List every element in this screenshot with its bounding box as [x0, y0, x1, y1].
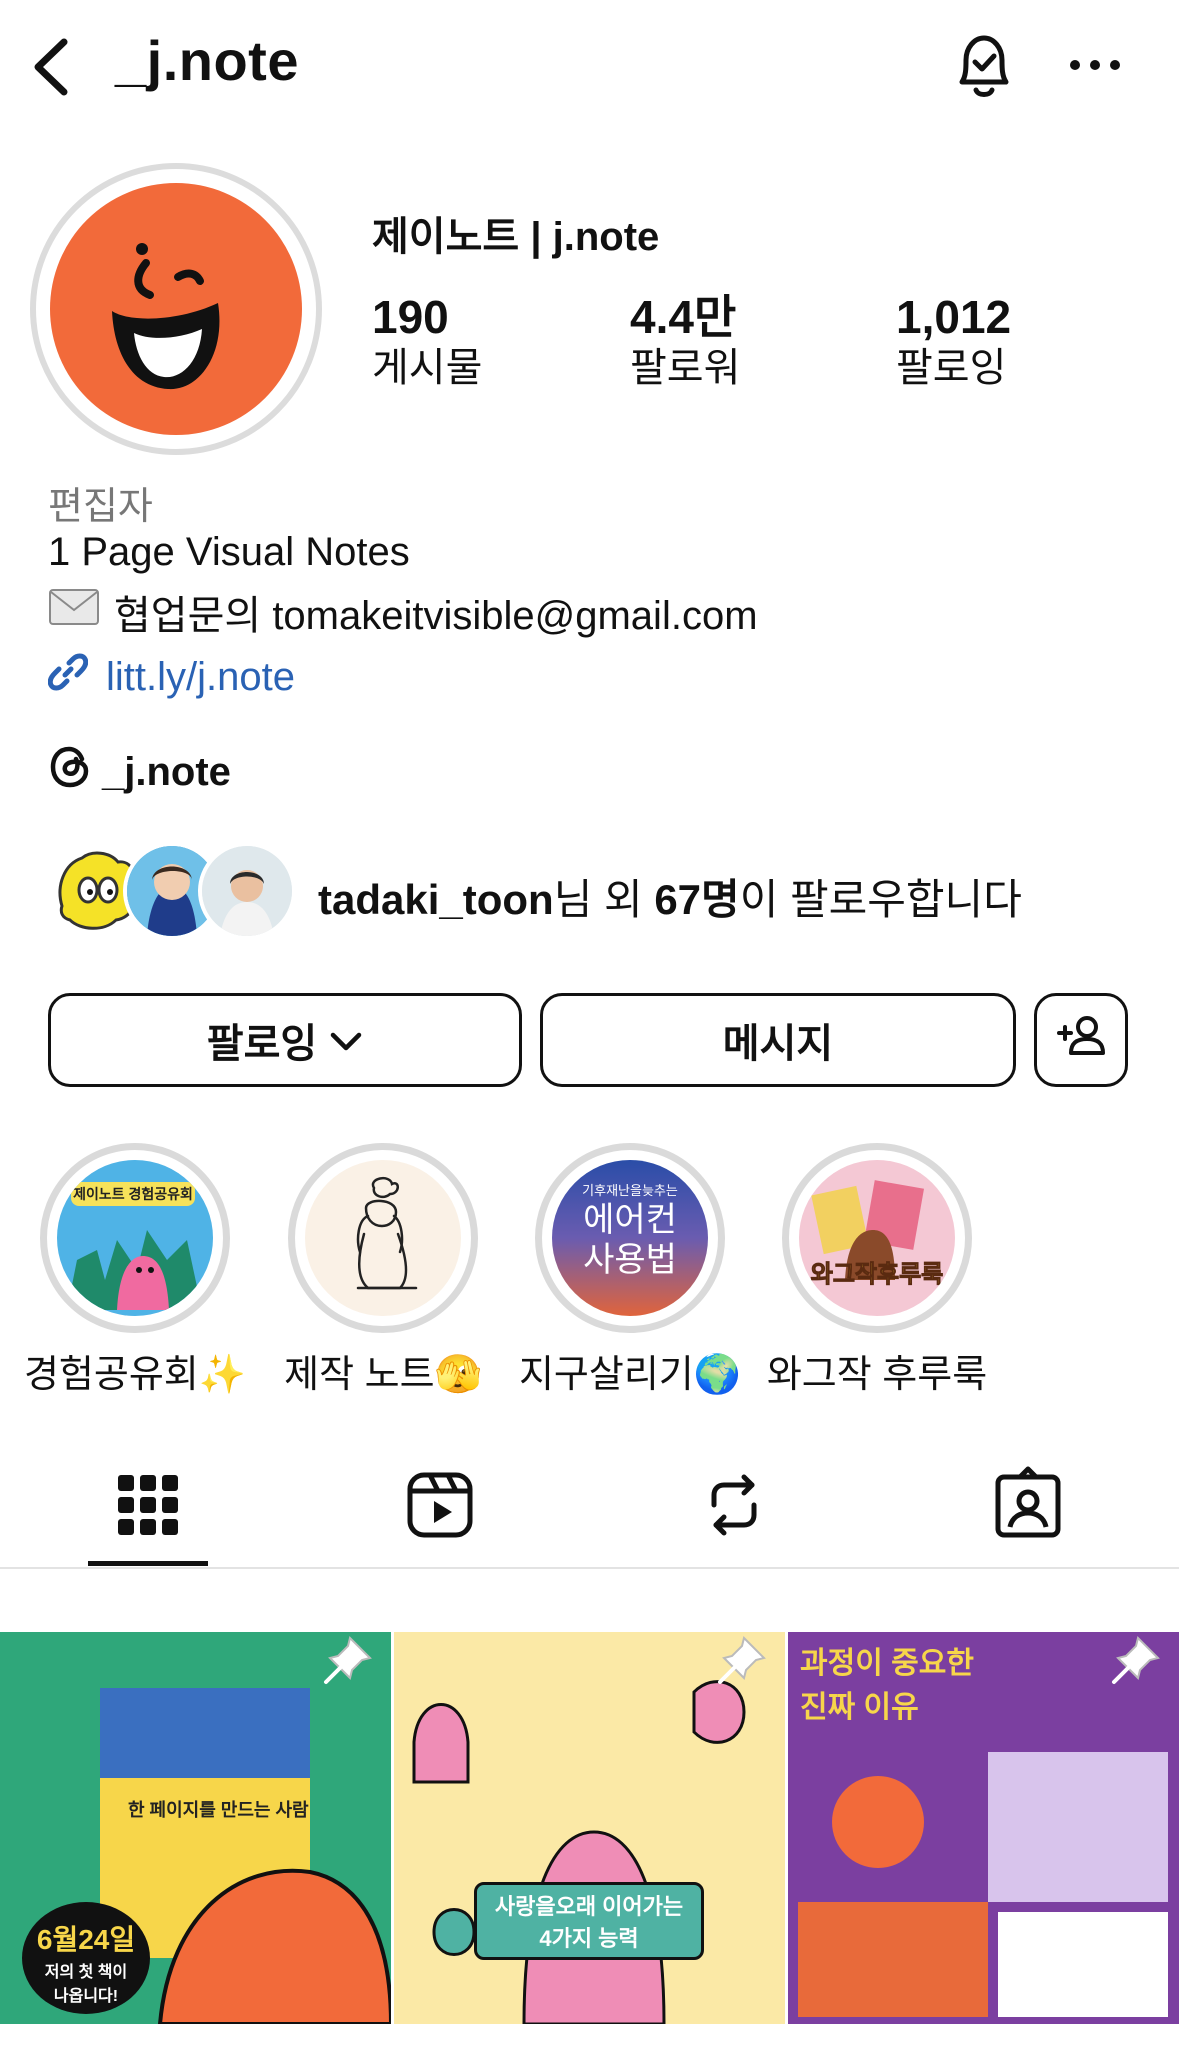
mutual-followers-avatars[interactable] — [48, 842, 298, 942]
tab-tagged[interactable] — [988, 1465, 1068, 1545]
repost-icon — [694, 1474, 774, 1549]
tab-grid[interactable] — [108, 1465, 188, 1545]
mutual-follower-name: tadaki_toon — [318, 876, 554, 923]
posts-count[interactable]: 190 게시물 — [372, 290, 482, 392]
post-thumbnail[interactable]: 한 페이지를 만드는 사람 6월24일 저의 첫 책이 나옵니다! — [0, 1632, 391, 2024]
avatar-smiley-face — [50, 183, 302, 435]
badge-date: 6월24일 — [36, 1924, 136, 1955]
username-title: _j.note — [115, 29, 299, 92]
mutual-text-part: 님 외 — [553, 876, 655, 923]
highlight-cover: 기후재난을늦추는 에어컨 사용법 — [535, 1143, 725, 1333]
chevron-down-icon — [329, 1018, 363, 1063]
highlight-cover-subtitle: 기후재난을늦추는 — [582, 1183, 678, 1198]
tab-reposts[interactable] — [694, 1465, 774, 1545]
profile-link[interactable]: litt.ly/j.note — [47, 652, 295, 702]
post-subtitle: 진짜 이유 — [800, 1691, 919, 1724]
highlight-save-earth[interactable]: 기후재난을늦추는 에어컨 사용법 지구살리기🌍 — [519, 1143, 741, 1396]
threads-badge[interactable]: _j.note — [48, 745, 231, 799]
back-icon[interactable] — [20, 32, 80, 102]
highlight-cover — [288, 1143, 478, 1333]
badge-text: 저의 첫 책이 — [44, 1964, 128, 1981]
highlight-cover-title: 사용법 — [583, 1241, 677, 1279]
highlight-cover-title: 와그작후루룩 — [810, 1261, 944, 1289]
more-options-icon[interactable] — [1065, 50, 1125, 80]
post-title: 사랑을오래 이어가는 — [494, 1894, 684, 1919]
pin-icon — [320, 1632, 376, 1688]
threads-handle: _j.note — [102, 749, 231, 794]
divider — [0, 1567, 1179, 1569]
highlight-crunchy-slurp[interactable]: 와그작후루룩 와그작 후루룩 — [767, 1143, 987, 1396]
following-button-label: 팔로잉 — [206, 1022, 318, 1066]
profile-display-name: 제이노트 | j.note — [372, 215, 660, 259]
tagged-icon — [988, 1466, 1068, 1549]
bio-line: 1 Page Visual Notes — [48, 530, 410, 574]
stat-value: 190 — [372, 291, 449, 343]
post-thumbnail[interactable]: 과정이 중요한 진짜 이유 — [788, 1632, 1179, 2024]
notifications-bell-icon[interactable] — [948, 28, 1020, 104]
reels-icon — [400, 1472, 480, 1549]
stat-value: 1,012 — [896, 291, 1012, 343]
stat-label: 팔로워 — [630, 346, 741, 390]
post-title: 한 페이지를 만드는 사람 — [128, 1800, 309, 1820]
threads-icon — [48, 745, 92, 799]
post-subtitle: 4가지 능력 — [539, 1926, 639, 1951]
following-button[interactable]: 팔로잉 — [48, 993, 522, 1087]
post-title: 과정이 중요한 — [800, 1647, 974, 1680]
highlight-making-notes[interactable]: 제작 노트🫣 — [284, 1143, 482, 1396]
grid-icon — [108, 1475, 188, 1549]
release-badge: 6월24일 저의 첫 책이 나옵니다! — [22, 1902, 150, 2014]
highlight-label: 제작 노트🫣 — [284, 1354, 482, 1396]
profile-avatar[interactable] — [30, 163, 322, 455]
profile-category: 편집자 — [48, 486, 153, 528]
tab-reels[interactable] — [400, 1465, 480, 1545]
badge-text: 나옵니다! — [53, 1988, 119, 2005]
highlight-cover-title: 에어컨 — [583, 1201, 677, 1239]
following-count[interactable]: 1,012 팔로잉 — [896, 290, 1011, 392]
highlight-cover-image: 기후재난을늦추는 에어컨 사용법 — [552, 1160, 708, 1316]
highlight-cover-image: 제이노트 경험공유회 — [57, 1160, 213, 1316]
message-button-label: 메시지 — [722, 1022, 834, 1066]
mutual-text-part: 이 팔로우합니다 — [739, 876, 1022, 923]
mutual-follower-count: 67명 — [654, 876, 740, 923]
bio-contact-text: 협업문의 tomakeitvisible@gmail.com — [114, 594, 758, 638]
bio-contact: 협업문의 tomakeitvisible@gmail.com — [48, 583, 758, 641]
suggest-people-button[interactable] — [1034, 993, 1128, 1087]
highlight-experience[interactable]: 제이노트 경험공유회 경험공유회✨ — [24, 1143, 246, 1396]
highlight-cover-image: 와그작후루룩 — [799, 1160, 955, 1316]
message-button[interactable]: 메시지 — [540, 993, 1016, 1087]
highlight-cover: 제이노트 경험공유회 — [40, 1143, 230, 1333]
active-tab-indicator — [88, 1561, 208, 1566]
stat-value: 4.4만 — [630, 291, 737, 343]
mutual-followers-text[interactable]: tadaki_toon님 외 67명이 팔로우합니다 — [318, 866, 1022, 927]
profile-link-text: litt.ly/j.note — [106, 654, 295, 699]
add-person-icon — [1055, 1013, 1107, 1067]
highlight-label: 지구살리기🌍 — [518, 1354, 742, 1396]
envelope-icon — [48, 588, 100, 636]
post-title-box: 사랑을오래 이어가는 4가지 능력 — [474, 1882, 704, 1960]
avatar — [198, 842, 296, 940]
highlight-cover: 와그작후루룩 — [782, 1143, 972, 1333]
highlight-cover-image — [305, 1160, 461, 1316]
stat-label: 게시물 — [372, 346, 483, 390]
link-icon — [47, 652, 89, 702]
post-thumbnail[interactable]: 사랑을오래 이어가는 4가지 능력 — [394, 1632, 785, 2024]
pin-icon — [1108, 1632, 1164, 1688]
highlight-label: 경험공유회✨ — [23, 1354, 247, 1396]
followers-count[interactable]: 4.4만 팔로워 — [630, 290, 740, 392]
highlight-label: 와그작 후루룩 — [766, 1354, 988, 1396]
stat-label: 팔로잉 — [896, 346, 1007, 390]
pin-icon — [714, 1632, 770, 1688]
post-title-box: 과정이 중요한 진짜 이유 — [800, 1638, 974, 1726]
